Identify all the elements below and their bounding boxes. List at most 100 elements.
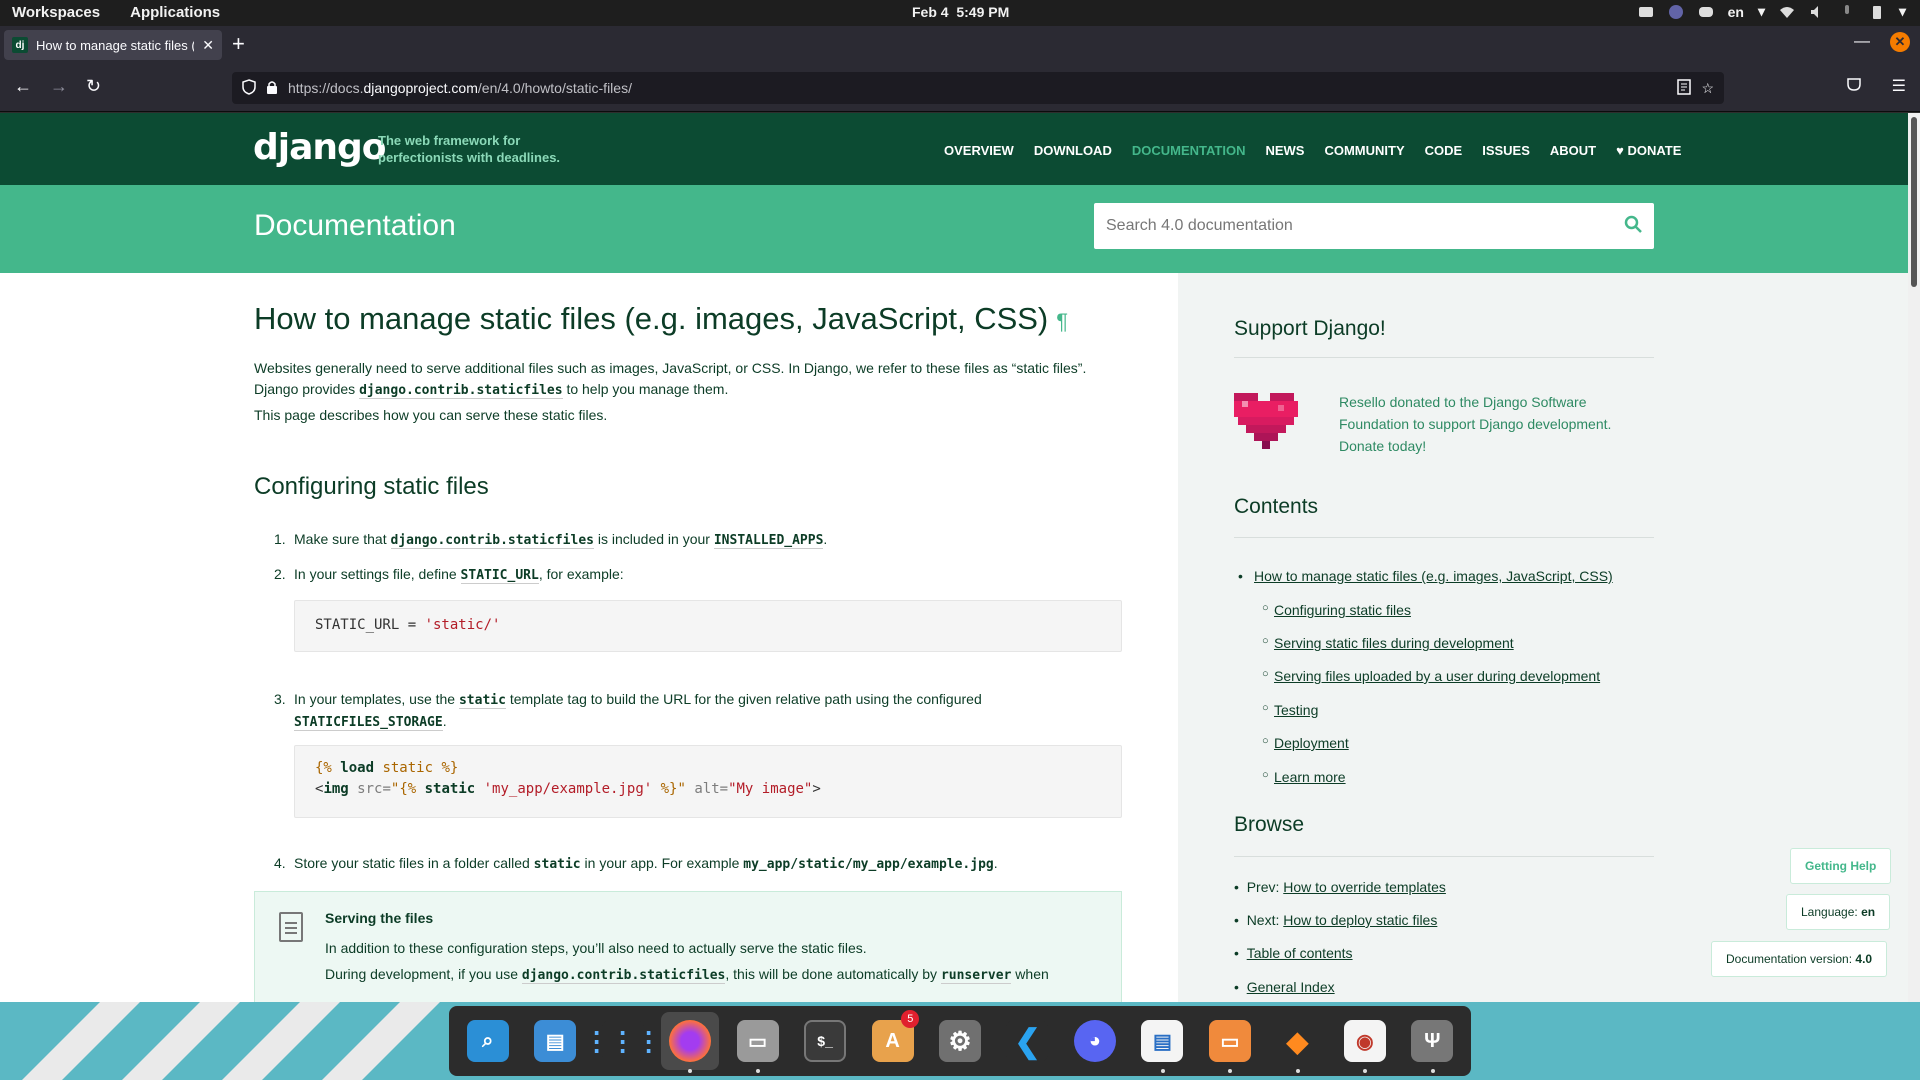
code-token: static <box>374 760 442 776</box>
reader-view-icon[interactable] <box>1677 78 1692 98</box>
scrollbar-thumb[interactable] <box>1911 117 1917 287</box>
shield-icon[interactable] <box>242 78 256 98</box>
dock-usb-tool[interactable]: Ψ <box>1404 1012 1461 1073</box>
note-title: Serving the files <box>325 910 434 926</box>
page-viewport: django The web framework for perfectioni… <box>0 113 1920 1002</box>
note-text: In addition to these configuration steps… <box>325 940 867 956</box>
dock-firefox[interactable] <box>661 1012 719 1073</box>
general-index-link[interactable]: General Index <box>1247 979 1335 995</box>
close-icon[interactable]: ✕ <box>202 37 214 54</box>
address-bar[interactable]: https://docs.djangoproject.com/en/4.0/ho… <box>232 72 1724 104</box>
battery-icon[interactable] <box>1869 4 1885 20</box>
teams-icon[interactable] <box>1668 4 1684 20</box>
tab-active[interactable]: dj How to manage static files (e ✕ <box>4 30 222 60</box>
toc-link[interactable]: Serving static files during development <box>1274 635 1514 651</box>
toc-link[interactable]: Serving files uploaded by a user during … <box>1274 668 1600 684</box>
dock-software-center[interactable]: A5 <box>864 1010 921 1070</box>
minimize-icon[interactable]: — <box>1854 33 1870 51</box>
toc-item[interactable]: • How to manage static files (e.g. images… <box>1234 568 1654 584</box>
static-url-link[interactable]: STATIC_URL <box>460 568 539 584</box>
documentation-title[interactable]: Documentation <box>254 209 456 243</box>
static-tag-link[interactable]: static <box>458 693 506 709</box>
workspaces-menu[interactable]: Workspaces <box>12 4 100 21</box>
pocket-icon[interactable] <box>1846 76 1862 97</box>
toc-item[interactable]: ○ Configuring static files <box>1234 602 1411 618</box>
language-indicator[interactable]: en <box>1728 4 1744 20</box>
dock-app-grid[interactable]: ⋮⋮⋮ <box>584 1012 662 1070</box>
forward-arrow-icon[interactable]: → <box>50 76 68 97</box>
url-text[interactable]: https://docs.djangoproject.com/en/4.0/ho… <box>288 80 1667 96</box>
nav-about[interactable]: ABOUT <box>1550 143 1596 158</box>
dock-terminal[interactable]: $_ <box>796 1012 853 1070</box>
lock-icon[interactable] <box>266 80 278 97</box>
bullet: ○ <box>1262 702 1269 714</box>
window-close-button[interactable]: ✕ <box>1890 32 1910 52</box>
nav-overview[interactable]: OVERVIEW <box>944 143 1014 158</box>
dock-search-app[interactable]: ⌕ <box>459 1012 516 1070</box>
bookmark-star-icon[interactable]: ☆ <box>1701 80 1714 97</box>
page-scrollbar[interactable] <box>1908 113 1920 1002</box>
toc-link[interactable]: Learn more <box>1274 769 1346 785</box>
getting-help-button[interactable]: Getting Help <box>1790 848 1892 884</box>
dock-document-reader[interactable]: ◉ <box>1336 1012 1393 1073</box>
donation-link[interactable]: Resello donated to the Django Software F… <box>1339 391 1639 457</box>
new-tab-button[interactable]: + <box>232 33 245 55</box>
reload-icon[interactable]: ↻ <box>86 76 101 97</box>
staticfiles-link[interactable]: django.contrib.staticfiles <box>521 968 726 984</box>
prev-link[interactable]: How to override templates <box>1283 879 1446 895</box>
dock-fl-studio[interactable]: ◆ <box>1269 1012 1326 1073</box>
nav-download[interactable]: DOWNLOAD <box>1034 143 1112 158</box>
browse-item[interactable]: • Prev: How to override templates <box>1234 879 1446 895</box>
browse-item[interactable]: • Next: How to deploy static files <box>1234 912 1437 928</box>
toc-item[interactable]: ○ Testing <box>1234 702 1318 718</box>
installed-apps-link[interactable]: INSTALLED_APPS <box>713 533 824 549</box>
table-of-contents-link[interactable]: Table of contents <box>1247 945 1353 961</box>
toc-item[interactable]: ○ Serving files uploaded by a user during… <box>1234 668 1600 684</box>
nav-issues[interactable]: ISSUES <box>1482 143 1530 158</box>
runserver-link[interactable]: runserver <box>940 968 1012 984</box>
language-button[interactable]: Language: en <box>1786 894 1891 930</box>
microphone-icon[interactable] <box>1839 4 1855 20</box>
django-tagline: The web framework for perfectionists wit… <box>378 133 561 165</box>
doc-version-button[interactable]: Documentation version: 4.0 <box>1711 941 1888 977</box>
clock[interactable]: Feb 4 5:49 PM <box>912 4 1009 20</box>
dock-discord[interactable]: ◕ <box>1066 1012 1123 1070</box>
doc-search-input[interactable] <box>1106 217 1624 235</box>
dock-file-manager[interactable]: ▤ <box>526 1012 583 1070</box>
dock-settings[interactable]: ⚙ <box>931 1012 988 1070</box>
staticfiles-link[interactable]: django.contrib.staticfiles <box>359 383 563 399</box>
toc-item[interactable]: ○ Serving static files during development <box>1234 635 1514 651</box>
section-heading: Configuring static files <box>254 473 489 500</box>
toc-link[interactable]: Deployment <box>1274 735 1349 751</box>
discord-tray-icon[interactable] <box>1698 4 1714 20</box>
toc-link[interactable]: How to manage static files (e.g. images,… <box>1254 568 1613 584</box>
applications-menu[interactable]: Applications <box>130 4 220 21</box>
next-link[interactable]: How to deploy static files <box>1283 912 1437 928</box>
dock-document-viewer[interactable]: ▤ <box>1134 1012 1191 1073</box>
nav-code[interactable]: CODE <box>1425 143 1463 158</box>
tray-app-icon[interactable] <box>1638 4 1654 20</box>
toc-link[interactable]: Testing <box>1274 702 1318 718</box>
permalink-icon[interactable]: ¶ <box>1056 309 1068 334</box>
browse-item[interactable]: • Table of contents <box>1234 945 1353 961</box>
nav-news[interactable]: NEWS <box>1265 143 1304 158</box>
browse-item[interactable]: • General Index <box>1234 979 1335 995</box>
django-logo[interactable]: django <box>253 127 387 168</box>
staticfiles-link[interactable]: django.contrib.staticfiles <box>390 533 594 549</box>
dock-vscode[interactable]: ❮ <box>999 1012 1056 1070</box>
toc-link[interactable]: Configuring static files <box>1274 602 1411 618</box>
back-arrow-icon[interactable]: ← <box>14 76 32 97</box>
dock-files[interactable]: ▭ <box>729 1012 786 1073</box>
toc-item[interactable]: ○ Deployment <box>1234 735 1349 751</box>
nav-documentation[interactable]: DOCUMENTATION <box>1132 143 1246 158</box>
toc-item[interactable]: ○ Learn more <box>1234 769 1346 785</box>
nav-community[interactable]: COMMUNITY <box>1324 143 1404 158</box>
volume-icon[interactable] <box>1809 4 1825 20</box>
dock-presentation[interactable]: ▭ <box>1201 1012 1258 1073</box>
hamburger-menu-icon[interactable]: ☰ <box>1892 76 1906 97</box>
staticfiles-storage-link[interactable]: STATICFILES_STORAGE <box>294 715 443 731</box>
search-icon[interactable] <box>1624 215 1642 238</box>
wifi-icon[interactable] <box>1779 4 1795 20</box>
nav-donate[interactable]: ♥ DONATE <box>1616 143 1681 158</box>
bullet: • <box>1234 879 1247 895</box>
